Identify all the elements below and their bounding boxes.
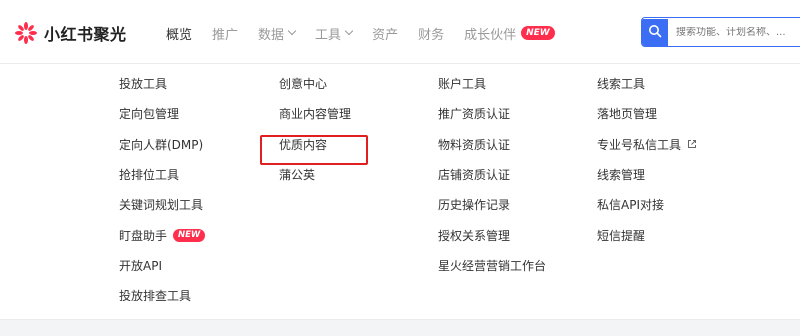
menu-column-title: 创意中心 — [279, 77, 328, 91]
menu-item-label: 短信提醒 — [597, 228, 646, 243]
chevron-down-icon — [344, 26, 354, 36]
nav-item-2[interactable]: 数据 — [258, 24, 297, 43]
menu-item[interactable]: 授权关系管理 — [438, 227, 510, 244]
search-input[interactable] — [668, 26, 800, 38]
nav-item-6[interactable]: 成长伙伴 NEW — [464, 24, 555, 43]
menu-item-label: 定向人群(DMP) — [119, 137, 204, 152]
menu-item[interactable]: 定向包管理 — [119, 105, 179, 122]
nav-item-4[interactable]: 资产 — [372, 24, 398, 43]
menu-item-label: 投放排查工具 — [119, 289, 192, 304]
nav-item-1[interactable]: 推广 — [212, 24, 238, 43]
search-button[interactable] — [642, 18, 668, 46]
menu-item[interactable]: 落地页管理 — [597, 105, 657, 122]
menu-item-label: 物料资质认证 — [438, 137, 511, 152]
menu-item[interactable]: 历史操作记录 — [438, 196, 510, 213]
menu-item[interactable]: 开放API — [119, 257, 162, 274]
nav-item-label: 资产 — [372, 27, 399, 43]
menu-item-label: 私信API对接 — [597, 198, 664, 213]
menu-item[interactable]: 优质内容 — [279, 136, 327, 153]
brand-name: 小红书聚光 — [44, 25, 127, 44]
external-link-icon — [688, 140, 697, 149]
chevron-down-icon — [287, 26, 297, 36]
nav-item-5[interactable]: 财务 — [418, 24, 444, 43]
menu-item-label: 星火经营营销工作台 — [438, 258, 547, 273]
nav-item-0[interactable]: 概览 — [166, 24, 192, 43]
menu-item-label: 历史操作记录 — [438, 198, 511, 213]
menu-item[interactable]: 蒲公英 — [279, 166, 315, 183]
menu-item-label: 盯盘助手 — [119, 228, 168, 243]
menu-item-label: 落地页管理 — [597, 107, 658, 122]
menu-item[interactable]: 关键词规划工具 — [119, 196, 203, 213]
new-badge: NEW — [521, 26, 555, 40]
new-badge: NEW — [173, 228, 206, 242]
menu-item-label: 关键词规划工具 — [119, 198, 204, 213]
menu-item[interactable]: 物料资质认证 — [438, 136, 510, 153]
menu-item-label: 蒲公英 — [279, 167, 316, 182]
menu-item-label: 商业内容管理 — [279, 107, 352, 122]
menu-item-label: 专业号私信工具 — [597, 137, 682, 152]
search-icon — [648, 23, 662, 42]
nav-item-label: 工具 — [315, 27, 342, 43]
brand-logo[interactable]: 小红书聚光 — [14, 20, 127, 46]
flower-logo-icon — [14, 21, 38, 45]
nav-item-label: 概览 — [166, 27, 193, 43]
menu-item-label: 推广资质认证 — [438, 107, 511, 122]
menu-item[interactable]: 推广资质认证 — [438, 105, 510, 122]
menu-item-label: 抢排位工具 — [119, 167, 180, 182]
menu-item[interactable]: 抢排位工具 — [119, 166, 179, 183]
menu-item-label: 授权关系管理 — [438, 228, 511, 243]
menu-item[interactable]: 盯盘助手 NEW — [119, 227, 206, 244]
tools-dropdown-menu: 投放工具定向包管理定向人群(DMP) 抢排位工具关键词规划工具 盯盘助手 NEW 开放A… — [0, 64, 800, 320]
menu-item[interactable]: 店铺资质认证 — [438, 166, 510, 183]
menu-item[interactable]: 私信API对接 — [597, 196, 664, 213]
menu-item[interactable]: 星火经营营销工作台 — [438, 257, 546, 274]
menu-item[interactable]: 专业号私信工具 — [597, 136, 697, 153]
top-navigation-bar: 小红书聚光 概览 推广 数据 工具 资产 财务 成长伙伴 NEW — [0, 0, 800, 64]
menu-item-label: 线索管理 — [597, 167, 646, 182]
menu-column-title: 投放工具 — [119, 77, 168, 91]
nav-item-label: 财务 — [418, 27, 445, 43]
nav-item-label: 数据 — [258, 27, 285, 43]
menu-item-label: 优质内容 — [279, 137, 328, 152]
menu-item[interactable]: 短信提醒 — [597, 227, 645, 244]
nav-item-label: 推广 — [212, 27, 239, 43]
menu-column-title: 线索工具 — [597, 77, 646, 91]
menu-item[interactable]: 商业内容管理 — [279, 105, 351, 122]
menu-item-label: 定向包管理 — [119, 107, 180, 122]
nav-item-label: 成长伙伴 — [464, 27, 517, 43]
nav-item-3[interactable]: 工具 — [315, 24, 354, 43]
menu-item[interactable]: 线索管理 — [597, 166, 645, 183]
global-search[interactable] — [641, 17, 800, 47]
menu-item[interactable]: 定向人群(DMP) — [119, 136, 203, 153]
menu-item-label: 店铺资质认证 — [438, 167, 511, 182]
menu-item[interactable]: 投放排查工具 — [119, 287, 191, 304]
menu-column-title: 账户工具 — [438, 77, 487, 91]
main-nav: 概览 推广 数据 工具 资产 财务 成长伙伴 NEW — [166, 22, 575, 44]
menu-item-label: 开放API — [119, 258, 162, 273]
